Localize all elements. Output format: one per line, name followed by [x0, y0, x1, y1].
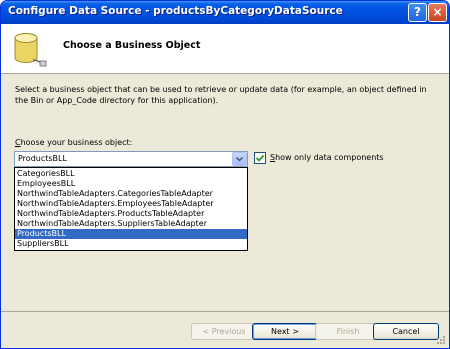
business-object-option[interactable]: NorthwindTableAdapters.CategoriesTableAd…	[15, 189, 247, 199]
business-object-selected-value: ProductsBLL	[18, 154, 67, 163]
previous-button[interactable]: < Previous	[191, 323, 257, 340]
business-object-option[interactable]: NorthwindTableAdapters.EmployeesTableAda…	[15, 199, 247, 209]
checkmark-icon	[255, 154, 265, 162]
wizard-header: Choose a Business Object	[1, 24, 449, 74]
dropdown-button[interactable]	[232, 152, 247, 166]
business-object-select[interactable]: ProductsBLL	[14, 151, 248, 167]
show-only-data-components-checkbox[interactable]	[254, 152, 266, 164]
chevron-down-icon	[235, 156, 244, 162]
title-bar[interactable]: Configure Data Source - productsByCatego…	[1, 1, 449, 24]
dialog-window: Configure Data Source - productsByCatego…	[0, 0, 450, 349]
business-object-options-list[interactable]: CategoriesBLL EmployeesBLL NorthwindTableA…	[14, 167, 248, 251]
cancel-button[interactable]: Cancel	[373, 323, 439, 340]
business-object-option[interactable]: NorthwindTableAdapters.ProductsTableAdap…	[15, 209, 247, 219]
business-object-option[interactable]: NorthwindTableAdapters.SuppliersTableAda…	[15, 219, 247, 229]
show-only-rest: how only data components	[275, 153, 384, 162]
business-object-label: Choose your business object:	[15, 138, 132, 147]
help-button[interactable]: ?	[408, 3, 427, 22]
close-button[interactable]: ×	[428, 3, 447, 22]
business-object-option[interactable]: EmployeesBLL	[15, 179, 247, 189]
footer-divider	[1, 311, 449, 312]
business-object-label-rest: hoose your business object:	[20, 138, 133, 147]
resize-grip-icon[interactable]	[436, 335, 446, 345]
database-icon	[14, 33, 47, 67]
description-text: Select a business object that can be use…	[15, 85, 427, 105]
show-only-data-components-label[interactable]: Show only data components	[270, 153, 384, 162]
business-object-option[interactable]: CategoriesBLL	[15, 169, 247, 179]
business-object-option[interactable]: SuppliersBLL	[15, 239, 247, 249]
window-title: Configure Data Source - productsByCatego…	[8, 5, 343, 17]
page-title: Choose a Business Object	[63, 40, 201, 51]
finish-button[interactable]: Finish	[315, 323, 381, 340]
business-object-option[interactable]: ProductsBLL	[15, 229, 247, 239]
next-button[interactable]: Next >	[252, 323, 318, 340]
